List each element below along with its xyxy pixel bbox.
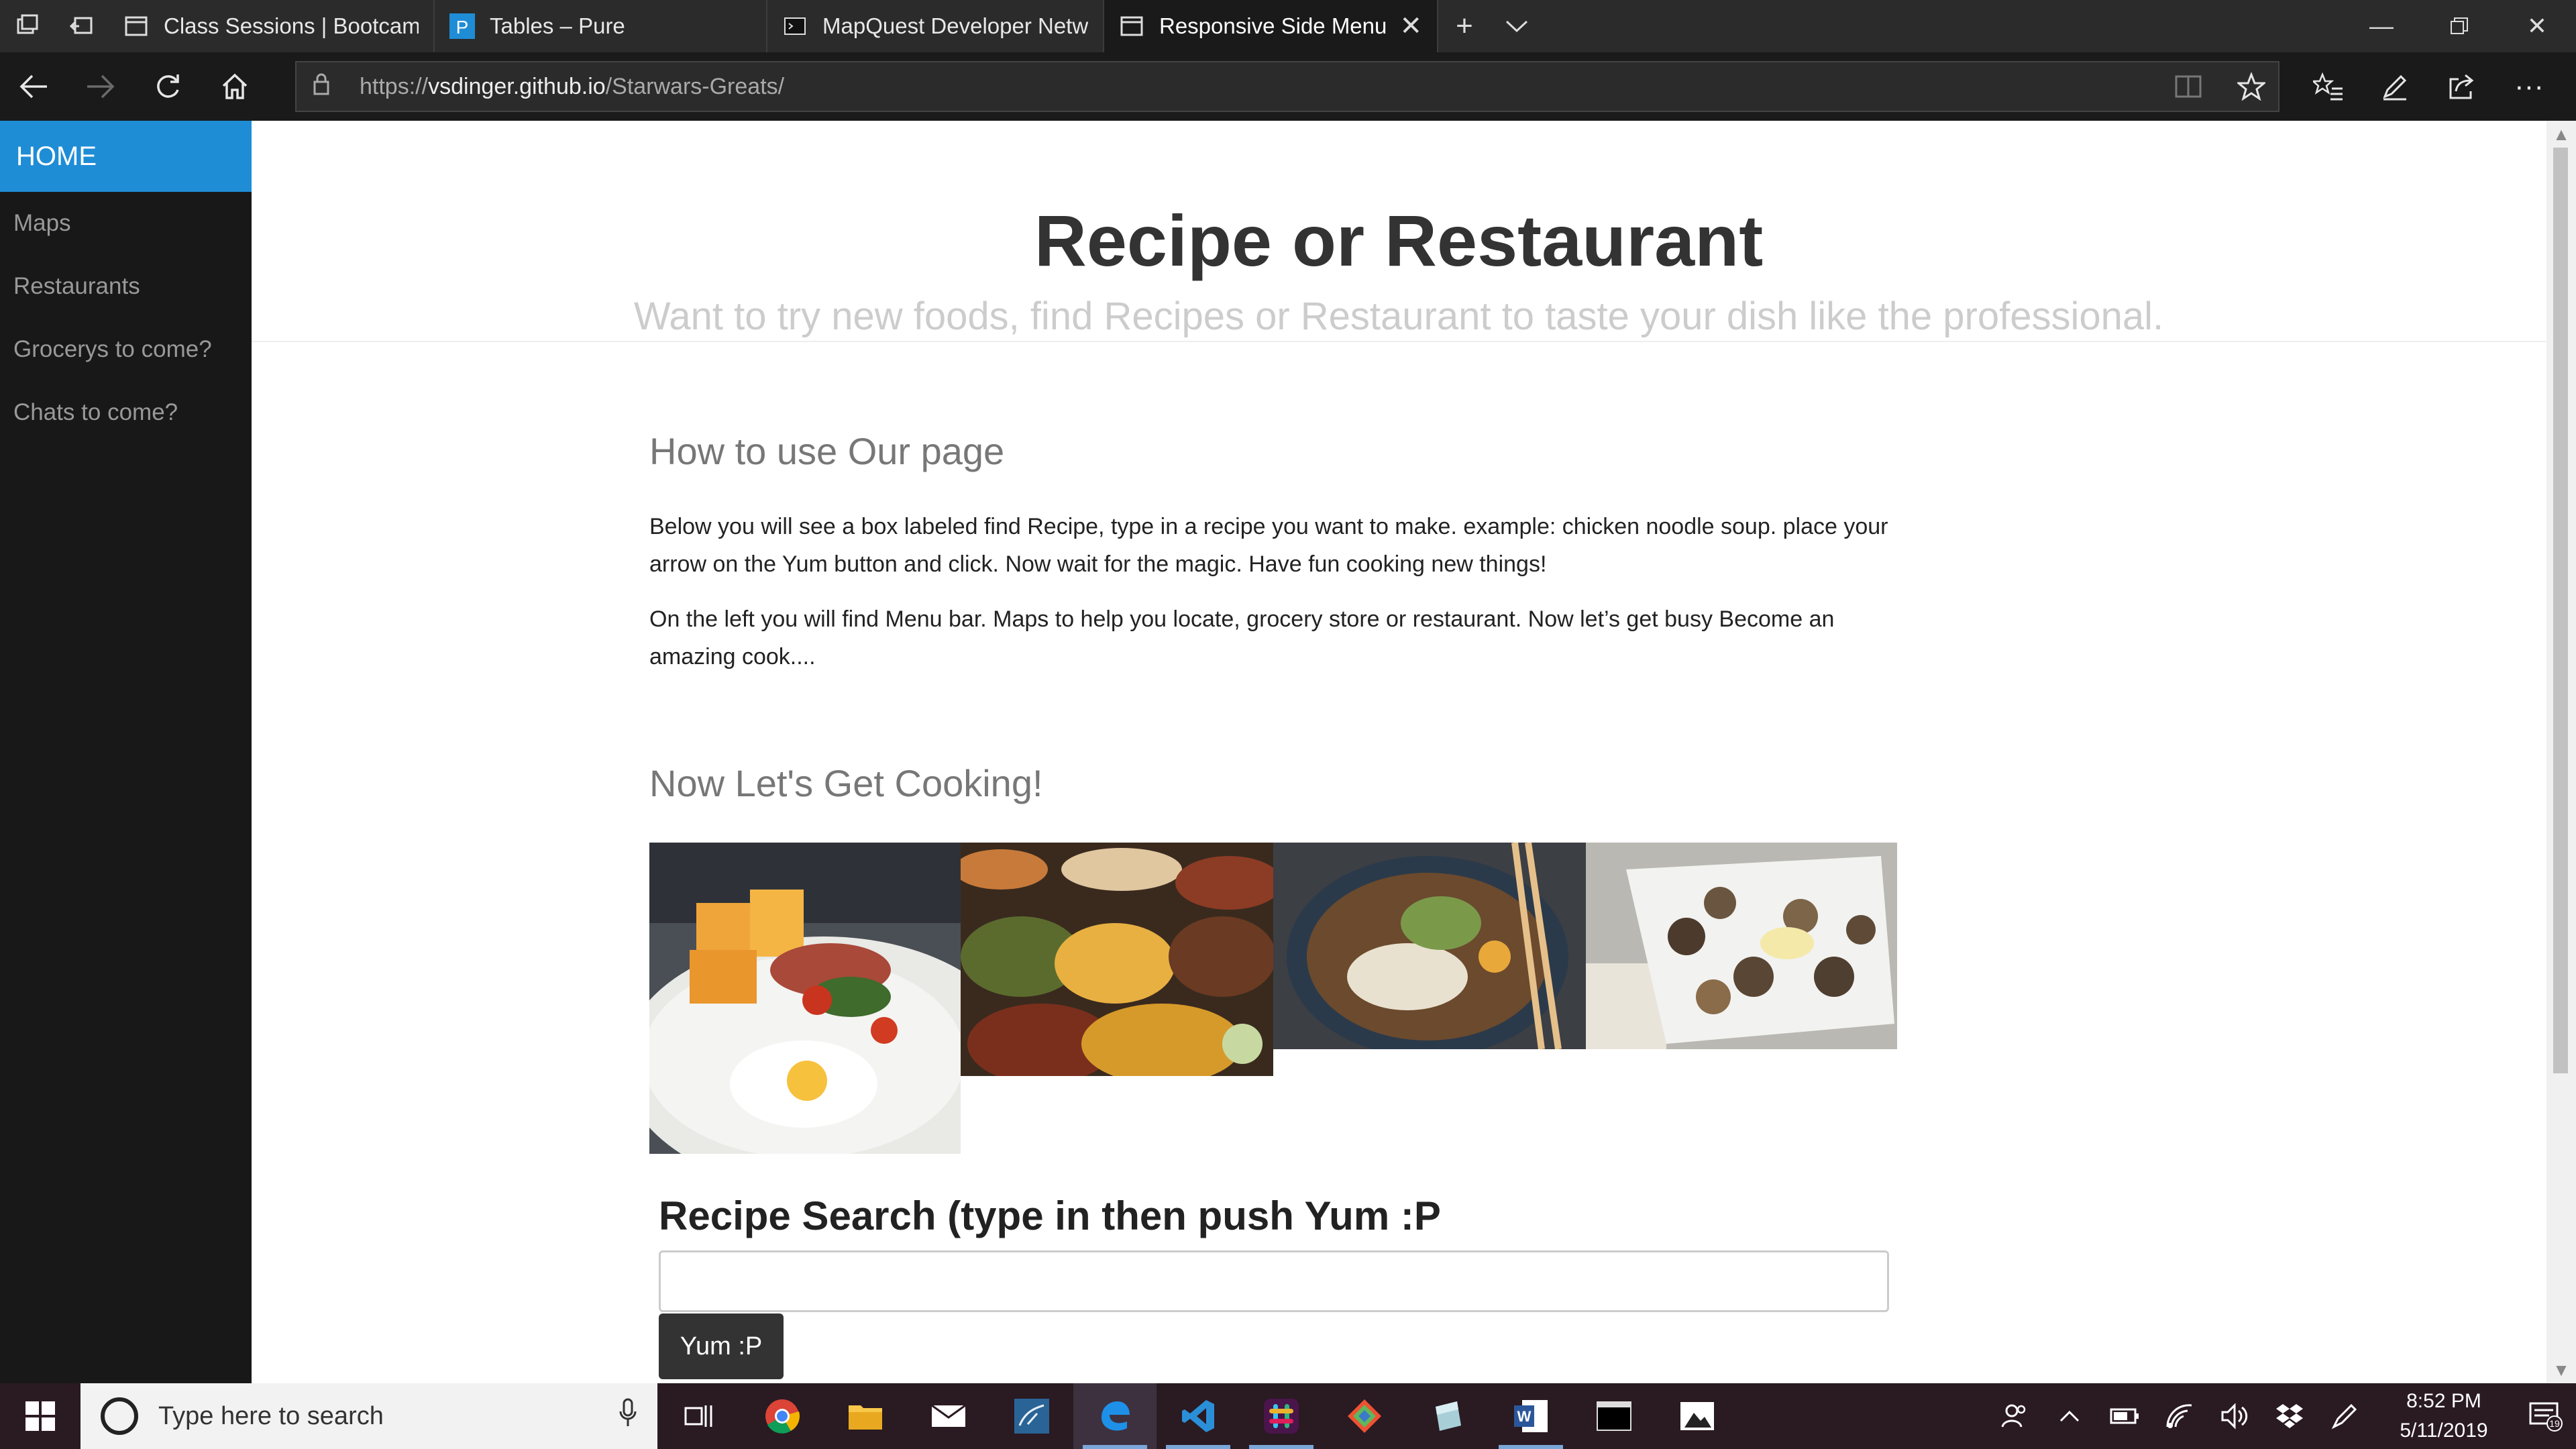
tab-title: Tables – Pure (490, 13, 625, 38)
pen-notes-icon[interactable] (2361, 72, 2428, 101)
cooking-heading: Now Let's Get Cooking! (649, 762, 1043, 804)
back-icon[interactable] (0, 52, 67, 121)
menu-item-maps[interactable]: Maps (0, 192, 252, 255)
vscode-icon[interactable] (1157, 1383, 1240, 1449)
more-options-icon[interactable]: ··· (2496, 70, 2563, 103)
ramen-bowl-photo (1273, 843, 1586, 1049)
action-center-icon[interactable]: 19 (2516, 1401, 2576, 1432)
dropbox-icon[interactable] (2262, 1403, 2317, 1430)
page-viewport: HOME Maps Restaurants Grocerys to come? … (0, 121, 2576, 1383)
page-subtitle: Want to try new foods, find Recipes or R… (633, 294, 2164, 338)
url-host: vsdinger.github.io (428, 73, 606, 99)
home-icon[interactable] (201, 52, 268, 121)
edge-icon[interactable] (1073, 1383, 1157, 1449)
terminal-app-icon[interactable] (1572, 1383, 1656, 1449)
people-icon[interactable] (1987, 1403, 2042, 1430)
slack-icon[interactable] (1240, 1383, 1323, 1449)
page-title: Recipe or Restaurant (1034, 200, 1764, 281)
yum-button[interactable]: Yum :P (659, 1313, 784, 1379)
restore-icon[interactable] (2420, 0, 2498, 52)
show-hidden-icons-chevron-icon[interactable] (2042, 1409, 2097, 1423)
svg-text:W: W (1517, 1408, 1532, 1425)
page-header: Recipe or Restaurant Want to try new foo… (252, 121, 2546, 342)
page-icon (123, 13, 149, 39)
how-to-heading: How to use Our page (649, 430, 1005, 472)
scrollbar-thumb[interactable] (2553, 148, 2568, 1073)
file-explorer-icon[interactable] (824, 1383, 907, 1449)
tab-class-sessions[interactable]: Class Sessions | Bootcamp S (109, 0, 435, 52)
recipe-search-heading: Recipe Search (type in then push Yum :P (659, 1193, 1441, 1238)
notification-count: 19 (2549, 1418, 2560, 1429)
tab-title: Class Sessions | Bootcamp S (164, 13, 419, 38)
browser-tab-bar: Class Sessions | Bootcamp S P Tables – P… (0, 0, 2576, 52)
new-tab-icon[interactable]: + (1438, 0, 1491, 52)
forward-icon[interactable] (67, 52, 134, 121)
asian-feast-photo (961, 843, 1273, 1076)
pure-logo-icon: P (449, 13, 475, 39)
pen-workspace-icon[interactable] (2317, 1403, 2372, 1430)
tab-title: Responsive Side Menu - (1159, 13, 1388, 38)
chevron-down-icon[interactable] (1491, 0, 1543, 52)
menu-item-grocerys[interactable]: Grocerys to come? (0, 318, 252, 381)
favorites-list-icon[interactable] (2294, 72, 2361, 101)
menu-item-chats[interactable]: Chats to come? (0, 381, 252, 444)
favorite-star-icon[interactable] (2224, 72, 2278, 101)
system-clock[interactable]: 8:52 PM 5/11/2019 (2372, 1387, 2516, 1446)
recipe-search-input[interactable] (659, 1250, 1889, 1312)
terminal-icon (782, 13, 808, 39)
tab-title: MapQuest Developer Netwo (822, 13, 1088, 38)
url-path: /Starwars-Greats/ (605, 73, 785, 99)
word-icon[interactable]: W (1489, 1383, 1572, 1449)
svg-text:P: P (456, 17, 469, 38)
taskbar-search-box[interactable]: Type here to search (80, 1383, 657, 1449)
wifi-icon[interactable] (2152, 1403, 2207, 1430)
refresh-icon[interactable] (134, 52, 201, 121)
url-scheme: https:// (360, 73, 429, 99)
clock-date: 5/11/2019 (2400, 1419, 2488, 1442)
chrome-icon[interactable] (741, 1383, 824, 1449)
scroll-up-icon[interactable]: ▲ (2546, 121, 2576, 148)
windows-taskbar: Type here to search W 8:52 PM 5/11/2019 … (0, 1383, 2576, 1449)
battery-icon[interactable] (2097, 1407, 2152, 1426)
page-icon (1119, 13, 1144, 39)
address-toolbar: https://vsdinger.github.io/Starwars-Grea… (0, 52, 2576, 121)
menu-paragraph: On the left you will find Menu bar. Maps… (649, 606, 1835, 669)
system-tray: 8:52 PM 5/11/2019 19 (1987, 1383, 2576, 1449)
menu-item-restaurants[interactable]: Restaurants (0, 255, 252, 318)
cortana-icon[interactable] (101, 1397, 138, 1435)
url-bar[interactable]: https://vsdinger.github.io/Starwars-Grea… (295, 61, 2279, 112)
reading-view-icon[interactable] (2161, 74, 2215, 99)
volume-icon[interactable] (2207, 1403, 2262, 1430)
windows-start-icon[interactable] (0, 1383, 80, 1449)
notes-app-icon[interactable] (1406, 1383, 1489, 1449)
photos-app-icon[interactable] (1656, 1383, 1739, 1449)
close-tab-icon[interactable]: ✕ (1399, 11, 1422, 42)
instructions-paragraph: Below you will see a box labeled find Re… (649, 514, 1888, 577)
window-controls: — ✕ (2343, 0, 2576, 52)
side-menu: HOME Maps Restaurants Grocerys to come? … (0, 121, 252, 1383)
main-content: How to use Our page Below you will see a… (649, 429, 1897, 805)
taskbar-search-placeholder: Type here to search (158, 1401, 384, 1430)
menu-item-home[interactable]: HOME (0, 121, 252, 192)
lock-icon[interactable] (313, 72, 339, 101)
minimize-icon[interactable]: — (2343, 0, 2420, 52)
food-photo-row (649, 843, 1897, 1165)
tab-responsive-side-menu[interactable]: Responsive Side Menu - ✕ (1104, 0, 1438, 52)
tab-manager-icon[interactable] (0, 0, 55, 52)
share-icon[interactable] (2428, 72, 2496, 101)
microphone-icon[interactable] (619, 1398, 637, 1434)
tab-tables-pure[interactable]: P Tables – Pure (435, 0, 767, 52)
set-aside-tabs-icon[interactable] (55, 0, 109, 52)
breakfast-plate-photo (649, 843, 961, 1154)
mysql-workbench-icon[interactable] (990, 1383, 1073, 1449)
clock-time: 8:52 PM (2406, 1390, 2481, 1412)
scroll-down-icon[interactable]: ▼ (2546, 1356, 2576, 1383)
mail-icon[interactable] (907, 1383, 990, 1449)
tab-mapquest[interactable]: MapQuest Developer Netwo (767, 0, 1104, 52)
gitkraken-icon[interactable] (1323, 1383, 1406, 1449)
close-window-icon[interactable]: ✕ (2498, 0, 2576, 52)
page-scrollbar[interactable]: ▲ ▼ (2546, 121, 2576, 1383)
seafood-platter-photo (1586, 843, 1897, 1049)
task-view-icon[interactable] (657, 1383, 741, 1449)
